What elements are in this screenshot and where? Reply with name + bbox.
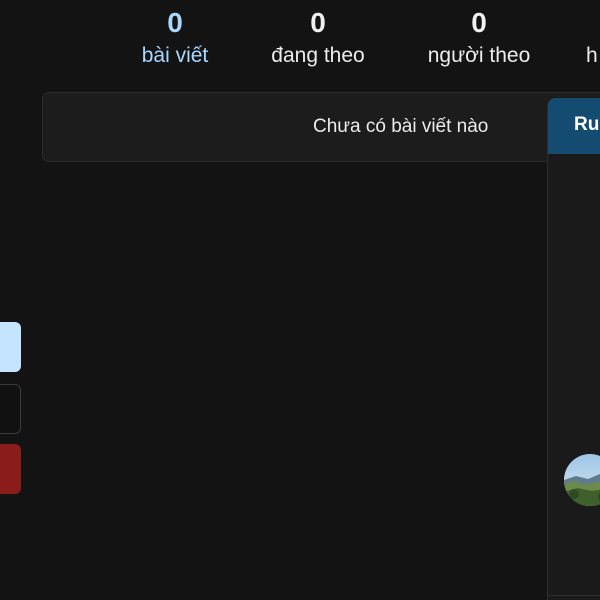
primary-action-button[interactable]	[0, 322, 21, 372]
stat-following[interactable]: 0 đang theo	[271, 6, 364, 69]
stat-followers-count: 0	[471, 7, 487, 38]
danger-action-button[interactable]	[0, 444, 21, 494]
panel-title: Ru	[574, 114, 600, 135]
stat-followers-label: người theo	[427, 44, 531, 67]
stat-following-label: đang theo	[271, 44, 365, 67]
stat-partial[interactable]: h	[586, 6, 598, 69]
stat-posts[interactable]: 0 bài viết	[142, 6, 209, 69]
panel-divider	[548, 595, 600, 596]
stat-posts-count: 0	[167, 7, 183, 38]
stat-followers[interactable]: 0 người theo	[428, 6, 531, 69]
right-side-panel: Ru	[547, 98, 600, 600]
stat-following-count: 0	[310, 7, 326, 38]
avatar-image	[564, 454, 600, 506]
stat-posts-label: bài viết	[141, 44, 209, 67]
panel-header[interactable]: Ru	[548, 98, 600, 154]
landscape-avatar-icon[interactable]	[564, 454, 600, 506]
secondary-action-button[interactable]	[0, 384, 21, 434]
stat-partial-label: h	[586, 44, 598, 67]
stat-partial-count	[586, 6, 598, 40]
empty-feed-message: Chưa có bài viết nào	[313, 116, 489, 137]
profile-page: 0 bài viết 0 đang theo 0 người theo h Ch…	[0, 0, 600, 600]
